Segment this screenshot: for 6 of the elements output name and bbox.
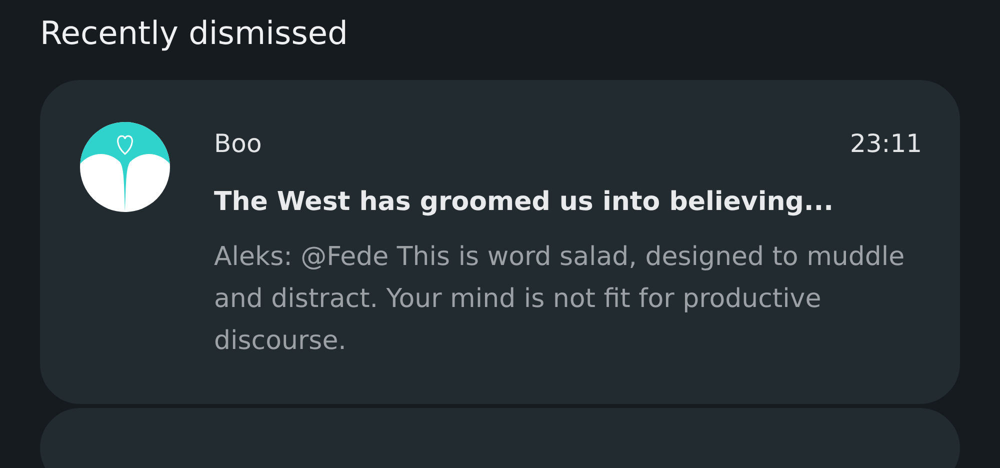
notification-card[interactable]: Boo 23:11 The West has groomed us into believing... Aleks: @Fede This is word salad, designed to muddle and distract. Your mind is not fit for productive discourse. [40, 80, 960, 404]
notification-time: 23:11 [850, 128, 922, 160]
notification-message: Aleks: @Fede This is word salad, designed to muddle and distract. Your mind is not fit for productive discourse. [214, 241, 906, 358]
notification-title: The West has groomed us into believing... [214, 186, 835, 219]
app-name: Boo [214, 128, 262, 160]
section-heading: Recently dismissed [40, 13, 349, 54]
